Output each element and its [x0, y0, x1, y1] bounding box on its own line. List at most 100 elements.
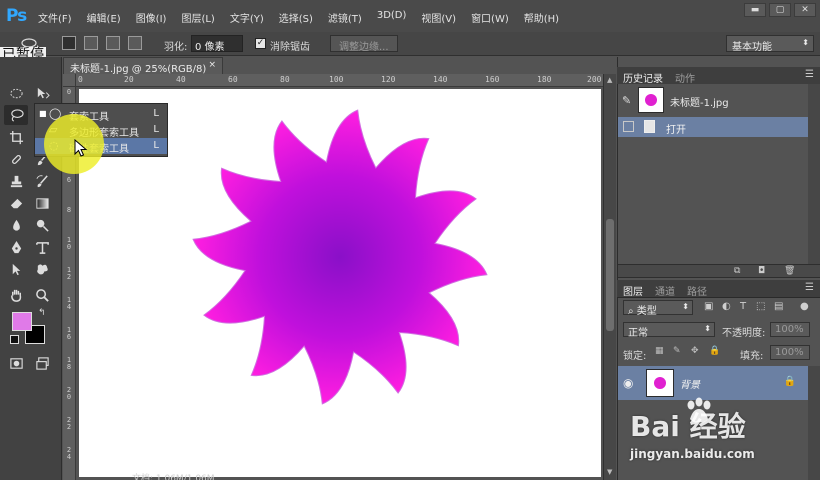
custom-shape-tool[interactable]	[30, 259, 54, 279]
menu-window[interactable]: 窗口(W)	[471, 10, 509, 25]
panel-menu-icon[interactable]: ☰	[805, 282, 814, 293]
blend-mode-select[interactable]: 正常 ⬍	[623, 322, 715, 339]
baidu-watermark: Bai 经验 jingyan.baidu.com	[630, 395, 810, 475]
crop-tool[interactable]	[4, 127, 28, 147]
swap-colors-icon[interactable]: ↰	[38, 308, 46, 318]
menu-help[interactable]: 帮助(H)	[524, 10, 559, 25]
water-drop-icon	[12, 219, 20, 231]
ruler-tick: 100	[329, 75, 344, 84]
tab-history[interactable]: 历史记录	[623, 70, 663, 85]
shape-filter-icon[interactable]: ⬚	[756, 301, 765, 312]
ruler-tick: 1 6	[66, 326, 72, 341]
menu-layer[interactable]: 图层(L)	[181, 10, 214, 25]
history-brush-source-icon[interactable]: ✎	[622, 94, 631, 107]
ruler-tick: 160	[485, 75, 500, 84]
tab-channels[interactable]: 通道	[655, 283, 675, 298]
scrollbar-thumb[interactable]	[606, 219, 614, 331]
fill-input[interactable]: 100%	[770, 345, 810, 360]
trash-icon[interactable]: 🗑	[784, 266, 795, 276]
smart-object-filter-icon[interactable]: ▤	[774, 301, 783, 312]
document-tab[interactable]: 未标题-1.jpg @ 25%(RGB/8) ×	[63, 57, 223, 75]
menu-edit[interactable]: 编辑(E)	[87, 10, 121, 25]
flower-shape	[192, 109, 488, 405]
menu-type[interactable]: 文字(Y)	[230, 10, 264, 25]
subtract-from-selection-icon[interactable]	[106, 36, 120, 50]
close-icon[interactable]: ×	[208, 60, 216, 70]
document-vertical-scrollbar[interactable]: ▲ ▼	[603, 74, 616, 480]
close-button[interactable]: ✕	[794, 3, 816, 17]
spot-healing-tool[interactable]	[4, 149, 28, 169]
minimize-button[interactable]: ▬	[744, 3, 766, 17]
dodge-tool[interactable]	[30, 215, 54, 235]
tab-paths[interactable]: 路径	[687, 283, 707, 298]
tab-layers[interactable]: 图层	[623, 283, 643, 298]
ruler-tick: 40	[176, 75, 186, 84]
path-selection-tool[interactable]	[4, 259, 28, 279]
type-tool[interactable]	[30, 237, 54, 257]
menu-3d[interactable]: 3D(D)	[377, 10, 407, 25]
layer-filter-select[interactable]: ⌕ 类型 ⬍	[623, 300, 693, 317]
layer-lock-row: 锁定: ▦ ✎ ✥ 🔒 填充: 100%	[618, 342, 820, 364]
ruler-tick: 0	[78, 75, 83, 84]
photoshop-logo: Ps	[6, 6, 27, 26]
menu-view[interactable]: 视图(V)	[421, 10, 456, 25]
menu-image[interactable]: 图像(I)	[136, 10, 167, 25]
hand-tool[interactable]	[4, 285, 28, 305]
flyout-item-shortcut: L	[153, 124, 159, 135]
screen-mode-button[interactable]	[30, 353, 54, 373]
default-colors-icon[interactable]	[10, 335, 19, 344]
history-step-checkbox[interactable]	[623, 121, 634, 132]
opacity-input[interactable]: 100%	[770, 322, 810, 337]
blur-tool[interactable]	[4, 215, 28, 235]
ruler-tick: 200	[587, 75, 602, 84]
eraser-icon	[10, 198, 22, 208]
feather-input[interactable]: 0 像素	[191, 35, 243, 53]
blend-mode-value: 正常	[628, 328, 648, 339]
adjustment-filter-icon[interactable]: ◐	[722, 301, 731, 312]
history-brush-tool[interactable]	[30, 171, 54, 191]
intersect-selection-icon[interactable]	[128, 36, 142, 50]
new-selection-icon[interactable]	[62, 36, 76, 50]
lock-position-icon[interactable]: ✥	[691, 346, 699, 356]
camera-icon[interactable]: ◘	[758, 266, 765, 276]
tab-actions[interactable]: 动作	[675, 70, 695, 85]
lock-transparent-icon[interactable]: ▦	[655, 346, 664, 356]
scroll-up-icon[interactable]: ▲	[607, 76, 612, 84]
eraser-tool[interactable]	[4, 193, 28, 213]
lock-all-icon[interactable]: 🔒	[709, 346, 720, 356]
filter-toggle-icon[interactable]: ●	[800, 301, 809, 312]
foreground-color-swatch[interactable]	[12, 312, 32, 331]
eye-icon[interactable]: ◉	[623, 376, 633, 390]
antialias-label: 消除锯齿	[270, 42, 310, 53]
lasso-tool[interactable]	[4, 105, 28, 125]
type-filter-icon[interactable]: T	[740, 301, 746, 312]
add-to-selection-icon[interactable]	[84, 36, 98, 50]
new-document-from-state-icon[interactable]: ⧉	[734, 266, 740, 276]
pixel-filter-icon[interactable]: ▣	[704, 301, 713, 312]
menu-file[interactable]: 文件(F)	[38, 10, 72, 25]
gradient-tool[interactable]	[30, 193, 54, 213]
zoom-tool[interactable]	[30, 285, 54, 305]
refine-edge-button[interactable]: 调整边缘...	[330, 35, 398, 53]
move-tool[interactable]	[30, 83, 54, 103]
chevron-down-icon: ⬍	[802, 38, 809, 47]
workspace-select[interactable]: 基本功能 ⬍	[726, 35, 814, 53]
horizontal-ruler[interactable]: 0 20 40 60 80 100 120 140 160 180 200	[76, 74, 603, 87]
paw-logo-icon	[687, 397, 711, 423]
marquee-tool[interactable]	[4, 83, 28, 103]
clone-stamp-tool[interactable]	[4, 171, 28, 191]
antialias-checkbox[interactable]: ✓	[255, 38, 266, 49]
lock-image-icon[interactable]: ✎	[673, 346, 681, 356]
ruler-tick: 120	[381, 75, 396, 84]
history-step-row[interactable]: 打开	[618, 117, 808, 137]
history-snapshot-row[interactable]: ✎ 未标题-1.jpg	[618, 86, 808, 116]
maximize-button[interactable]: ▢	[769, 3, 791, 17]
quick-mask-button[interactable]	[4, 353, 28, 373]
panel-menu-icon[interactable]: ☰	[805, 69, 814, 80]
ruler-origin[interactable]	[63, 74, 76, 87]
scroll-down-icon[interactable]: ▼	[607, 468, 612, 476]
menu-select[interactable]: 选择(S)	[279, 10, 313, 25]
menu-filter[interactable]: 滤镜(T)	[328, 10, 362, 25]
pen-tool[interactable]	[4, 237, 28, 257]
history-scrollbar[interactable]	[808, 84, 820, 264]
